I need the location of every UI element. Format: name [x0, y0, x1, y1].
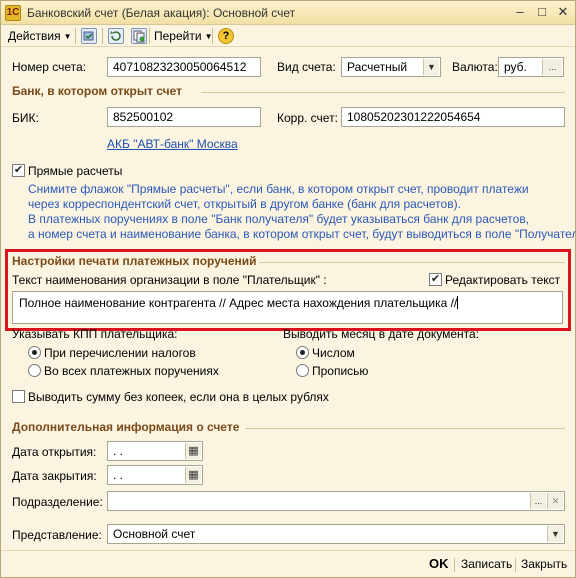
division-label: Подразделение:: [12, 495, 103, 509]
direct-hint-line: через корреспондентский счет, открытый в…: [28, 197, 461, 211]
kpp-radio-all[interactable]: [28, 364, 41, 377]
toolbar-separator: [102, 28, 103, 44]
goto-label: Перейти: [154, 29, 202, 43]
bik-input[interactable]: 852500102: [107, 107, 261, 127]
ellipsis-icon[interactable]: ...: [530, 493, 546, 509]
close-date-value: . .: [113, 468, 124, 482]
account-type-value: Расчетный: [347, 60, 408, 74]
maximize-button[interactable]: □: [533, 4, 551, 21]
chevron-down-icon[interactable]: ▼: [423, 59, 439, 75]
text-caret: [457, 296, 459, 309]
presentation-select[interactable]: Основной счет ▼: [107, 524, 565, 544]
window-title: Банковский счет (Белая акация): Основной…: [27, 6, 296, 20]
open-date-value: . .: [113, 444, 124, 458]
month-radio-words[interactable]: [296, 364, 309, 377]
org-name-label: Текст наименования организации в поле "П…: [12, 273, 327, 287]
direct-hint-line: В платежных поручениях в поле "Банк полу…: [28, 212, 530, 226]
help-icon[interactable]: ?: [218, 28, 234, 44]
currency-label: Валюта:: [452, 60, 498, 74]
section-divider: [201, 92, 565, 93]
currency-value: руб.: [504, 60, 527, 74]
direct-settlement-checkbox[interactable]: ✔: [12, 164, 25, 177]
copy-icon[interactable]: [131, 28, 147, 44]
kpp-option-label: Во всех платежных поручениях: [44, 364, 219, 378]
direct-hint-line: а номер счета и наименование банка, в ко…: [28, 227, 576, 241]
org-name-text: Полное наименование контрагента // Адрес…: [19, 296, 458, 310]
edit-text-checkbox[interactable]: ✔: [429, 273, 442, 286]
chevron-down-icon[interactable]: ▼: [547, 526, 563, 542]
account-type-select[interactable]: Расчетный ▼: [341, 57, 441, 77]
account-number-input[interactable]: 40710823230050064512: [107, 57, 261, 77]
save-button[interactable]: Записать: [461, 557, 512, 571]
close-date-input[interactable]: . . ▦: [107, 465, 203, 485]
button-separator: [515, 558, 516, 572]
kpp-radio-taxes[interactable]: [28, 346, 41, 359]
dialog-button-bar: OK Записать Закрыть: [1, 550, 575, 577]
print-section-title: Настройки печати платежных поручений: [12, 254, 257, 268]
org-name-textarea[interactable]: Полное наименование контрагента // Адрес…: [12, 291, 563, 324]
clear-icon[interactable]: ✕: [547, 493, 563, 509]
bank-link[interactable]: АКБ "АВТ-банк" Москва: [107, 137, 238, 151]
open-date-label: Дата открытия:: [12, 445, 97, 459]
calendar-icon[interactable]: ▦: [185, 443, 201, 459]
toolbar-separator: [212, 28, 213, 44]
month-radio-number[interactable]: [296, 346, 309, 359]
bank-section-title: Банк, в котором открыт счет: [12, 84, 182, 98]
division-input[interactable]: ... ✕: [107, 491, 565, 511]
close-window-button[interactable]: ✕: [554, 4, 572, 21]
kpp-label: Указывать КПП плательщика:: [12, 327, 178, 341]
corr-account-label: Корр. счет:: [277, 111, 338, 125]
minimize-button[interactable]: –: [511, 4, 529, 21]
toolbar-separator: [75, 28, 76, 44]
title-bar: 1С Банковский счет (Белая акация): Основ…: [1, 1, 575, 25]
direct-hint-line: Снимите флажок "Прямые расчеты", если ба…: [28, 182, 529, 196]
goto-menu[interactable]: Перейти ▼: [154, 27, 212, 45]
account-number-label: Номер счета:: [12, 60, 87, 74]
presentation-value: Основной счет: [113, 527, 196, 541]
actions-label: Действия: [8, 29, 61, 43]
ellipsis-icon[interactable]: ...: [542, 59, 562, 75]
edit-text-label: Редактировать текст: [445, 273, 561, 287]
toolbar: Действия ▼ Перейти ▼ ?: [1, 25, 575, 47]
bik-label: БИК:: [12, 111, 39, 125]
calendar-icon[interactable]: ▦: [185, 467, 201, 483]
button-separator: [454, 558, 455, 572]
month-option-label: Прописью: [312, 364, 369, 378]
section-divider: [245, 428, 565, 429]
currency-input[interactable]: руб. ...: [498, 57, 564, 77]
refresh-icon[interactable]: [108, 28, 124, 44]
extra-section-title: Дополнительная информация о счете: [12, 420, 240, 434]
actions-menu[interactable]: Действия ▼: [8, 27, 72, 45]
month-label: Выводить месяц в дате документа:: [283, 327, 480, 341]
no-kopecks-checkbox[interactable]: [12, 390, 25, 403]
presentation-label: Представление:: [12, 528, 102, 542]
toolbar-separator: [149, 28, 150, 44]
bank-account-window: 1С Банковский счет (Белая акация): Основ…: [0, 0, 576, 578]
direct-settlement-label: Прямые расчеты: [28, 164, 123, 178]
account-type-label: Вид счета:: [277, 60, 336, 74]
close-button[interactable]: Закрыть: [521, 557, 567, 571]
close-date-label: Дата закрытия:: [12, 469, 97, 483]
open-date-input[interactable]: . . ▦: [107, 441, 203, 461]
no-kopecks-label: Выводить сумму без копеек, если она в це…: [28, 390, 329, 404]
section-divider: [259, 262, 565, 263]
save-and-close-icon[interactable]: [81, 28, 97, 44]
chevron-down-icon: ▼: [63, 32, 72, 41]
app-icon: 1С: [5, 5, 21, 21]
corr-account-input[interactable]: 10805202301222054654: [341, 107, 565, 127]
ok-button[interactable]: OK: [429, 556, 449, 571]
kpp-option-label: При перечислении налогов: [44, 346, 196, 360]
month-option-label: Числом: [312, 346, 355, 360]
